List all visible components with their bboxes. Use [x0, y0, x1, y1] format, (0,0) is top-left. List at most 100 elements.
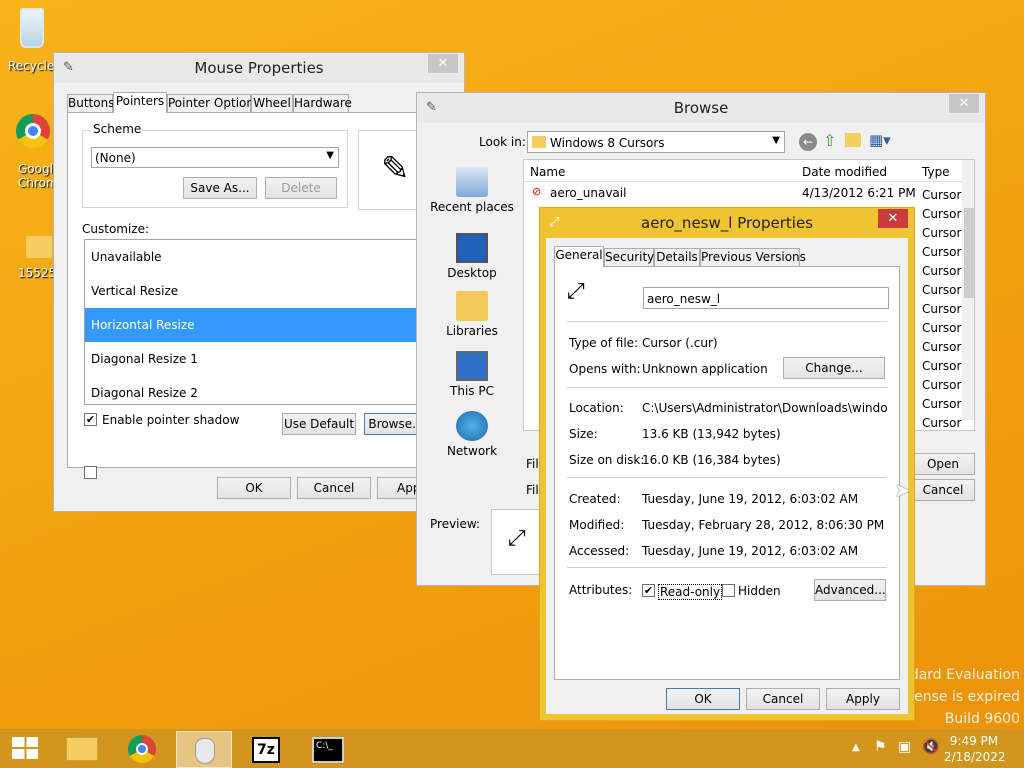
tab-security[interactable]: Security [604, 248, 654, 266]
desktop-icon [456, 233, 488, 263]
place-desktop[interactable]: Desktop [427, 233, 517, 280]
use-default-button[interactable]: Use Default [282, 413, 356, 435]
file-properties-window: ⤢ aero_nesw_l Properties ✕ General Secur… [539, 207, 915, 721]
list-item[interactable]: Diagonal Resize 1⤡ [85, 342, 458, 376]
folder-icon [532, 136, 546, 148]
desktop-icon-folder[interactable]: 155258 [2, 228, 64, 284]
change-button[interactable]: Change... [783, 357, 885, 379]
taskbar-chrome[interactable] [114, 731, 170, 768]
tab-previous-versions[interactable]: Previous Versions [700, 248, 806, 266]
place-network[interactable]: Network [427, 411, 517, 458]
browse-cancel-button[interactable]: Cancel [911, 479, 975, 501]
unavailable-cursor-icon: ⊘ [532, 185, 542, 198]
tab-general[interactable]: General [554, 246, 604, 267]
tab-wheel[interactable]: Wheel [251, 94, 293, 112]
taskbar-7zip[interactable]: 7z [238, 731, 294, 768]
general-panel: ⤢ aero_nesw_l Type of file: Cursor (.cur… [554, 266, 900, 680]
pointers-panel: Scheme (None) ▼ Save As... Delete ✎ Cust… [67, 112, 458, 479]
file-explorer-icon [66, 737, 98, 761]
read-only-checkbox[interactable]: ✔ [642, 584, 655, 597]
file-list-header: Name Date modified Type [524, 160, 974, 182]
recent-places-icon [456, 167, 488, 197]
place-this-pc[interactable]: This PC [427, 351, 517, 398]
close-icon: ✕ [958, 96, 970, 111]
network-status-icon[interactable]: ▣ [898, 739, 911, 755]
column-type[interactable]: Type [922, 165, 950, 179]
vertical-scrollbar[interactable] [962, 160, 974, 420]
tab-pointers[interactable]: Pointers [113, 92, 167, 113]
properties-ok-button[interactable]: OK [666, 688, 740, 710]
diagonal-resize-icon: ⤢ [567, 279, 585, 304]
save-as-button[interactable]: Save As... [183, 177, 257, 199]
tab-hardware[interactable]: Hardware [293, 94, 352, 112]
browse-titlebar[interactable]: ✎ Browse ✕ [417, 93, 985, 123]
this-pc-icon [456, 351, 488, 381]
list-item[interactable]: Vertical Resize↕ [85, 274, 458, 308]
pointer-list[interactable]: Unavailable⊘ Vertical Resize↕ Horizontal… [84, 239, 458, 405]
scrollbar-thumb[interactable] [964, 208, 974, 298]
mouse-icon [195, 738, 215, 764]
delete-button[interactable]: Delete [265, 177, 337, 199]
open-button[interactable]: Open [911, 453, 975, 475]
desktop-icon-chrome[interactable]: Googl Chrom [2, 110, 60, 190]
filename-input[interactable]: aero_nesw_l [643, 287, 889, 309]
back-icon[interactable]: ← [799, 133, 817, 151]
mouse-cancel-button[interactable]: Cancel [297, 477, 371, 499]
pen-cursor-icon: ✎ [381, 149, 410, 189]
tab-details[interactable]: Details [654, 248, 700, 266]
view-menu-icon[interactable]: ▦▾ [869, 131, 891, 149]
up-folder-icon[interactable]: ⇧ [823, 131, 836, 150]
mouse-titlebar[interactable]: ✎ Mouse Properties ✕ [54, 53, 464, 83]
show-hidden-icons-icon[interactable]: ▲ [852, 742, 860, 753]
hidden-checkbox[interactable] [722, 584, 735, 597]
tab-buttons[interactable]: Buttons [67, 94, 114, 112]
place-libraries[interactable]: Libraries [427, 291, 517, 338]
browse-close-button[interactable]: ✕ [949, 94, 979, 113]
place-recent[interactable]: Recent places [427, 167, 517, 214]
taskbar-command-prompt[interactable]: C:\_ [300, 731, 356, 768]
properties-apply-button[interactable]: Apply [826, 688, 900, 710]
scheme-select[interactable]: (None) ▼ [91, 147, 339, 168]
taskbar-mouse-properties[interactable] [176, 731, 232, 768]
mouse-close-button[interactable]: ✕ [428, 54, 458, 73]
type-column-values: Cursor Cursor Cursor Cursor Cursor Cursor Curs… [922, 188, 962, 430]
start-button[interactable] [0, 729, 50, 768]
network-icon [456, 411, 488, 441]
separator [567, 567, 887, 568]
advanced-button[interactable]: Advanced... [814, 579, 886, 601]
pointer-shadow-checkbox[interactable] [84, 466, 97, 479]
close-icon: ✕ [437, 56, 449, 71]
chevron-down-icon: ▼ [326, 150, 334, 161]
taskbar-clock[interactable]: 9:49 PM 2/18/2022 [944, 733, 1006, 765]
recycle-bin-icon [20, 8, 44, 48]
desktop-icon-recycle-bin[interactable]: Recycle [2, 4, 58, 76]
properties-titlebar[interactable]: ⤢ aero_nesw_l Properties ✕ [540, 208, 914, 238]
list-item[interactable]: Diagonal Resize 2⤢ [85, 376, 458, 404]
new-folder-icon[interactable] [845, 133, 861, 147]
pointer-shadow-checkbox-box[interactable]: ✔ [84, 413, 97, 426]
action-center-flag-icon[interactable]: ⚑ [874, 739, 887, 755]
separator [567, 387, 887, 388]
properties-cancel-button[interactable]: Cancel [746, 688, 820, 710]
list-item[interactable]: Horizontal Resize✎ [85, 308, 458, 342]
chrome-icon [16, 114, 50, 148]
column-date[interactable]: Date modified [802, 165, 887, 179]
7zip-icon: 7z [252, 737, 280, 763]
properties-close-button[interactable]: ✕ [878, 209, 908, 228]
volume-muted-icon[interactable]: 🔇 [922, 739, 939, 755]
libraries-icon [456, 291, 488, 321]
list-item[interactable]: Unavailable⊘ [85, 240, 458, 274]
evaluation-watermark: dard Evaluation ense is expired Build 96… [909, 667, 1020, 727]
column-name[interactable]: Name [530, 165, 565, 179]
places-bar: Recent places Desktop Libraries This PC … [427, 159, 519, 469]
tab-pointer-options[interactable]: Pointer Options [167, 94, 260, 112]
table-row[interactable]: ⊘ aero_unavail 4/13/2012 6:21 PM [524, 183, 964, 202]
check-icon: ✔ [643, 584, 654, 597]
taskbar-file-explorer[interactable] [54, 731, 110, 768]
diagonal-resize-icon: ⤢ [508, 526, 526, 551]
properties-tabs: General Security Details Previous Versio… [554, 246, 894, 267]
mouse-ok-button[interactable]: OK [217, 477, 291, 499]
look-in-select[interactable]: Windows 8 Cursors ▼ [527, 131, 785, 153]
properties-body: General Security Details Previous Versio… [546, 238, 908, 714]
windows-logo-icon [12, 737, 38, 759]
